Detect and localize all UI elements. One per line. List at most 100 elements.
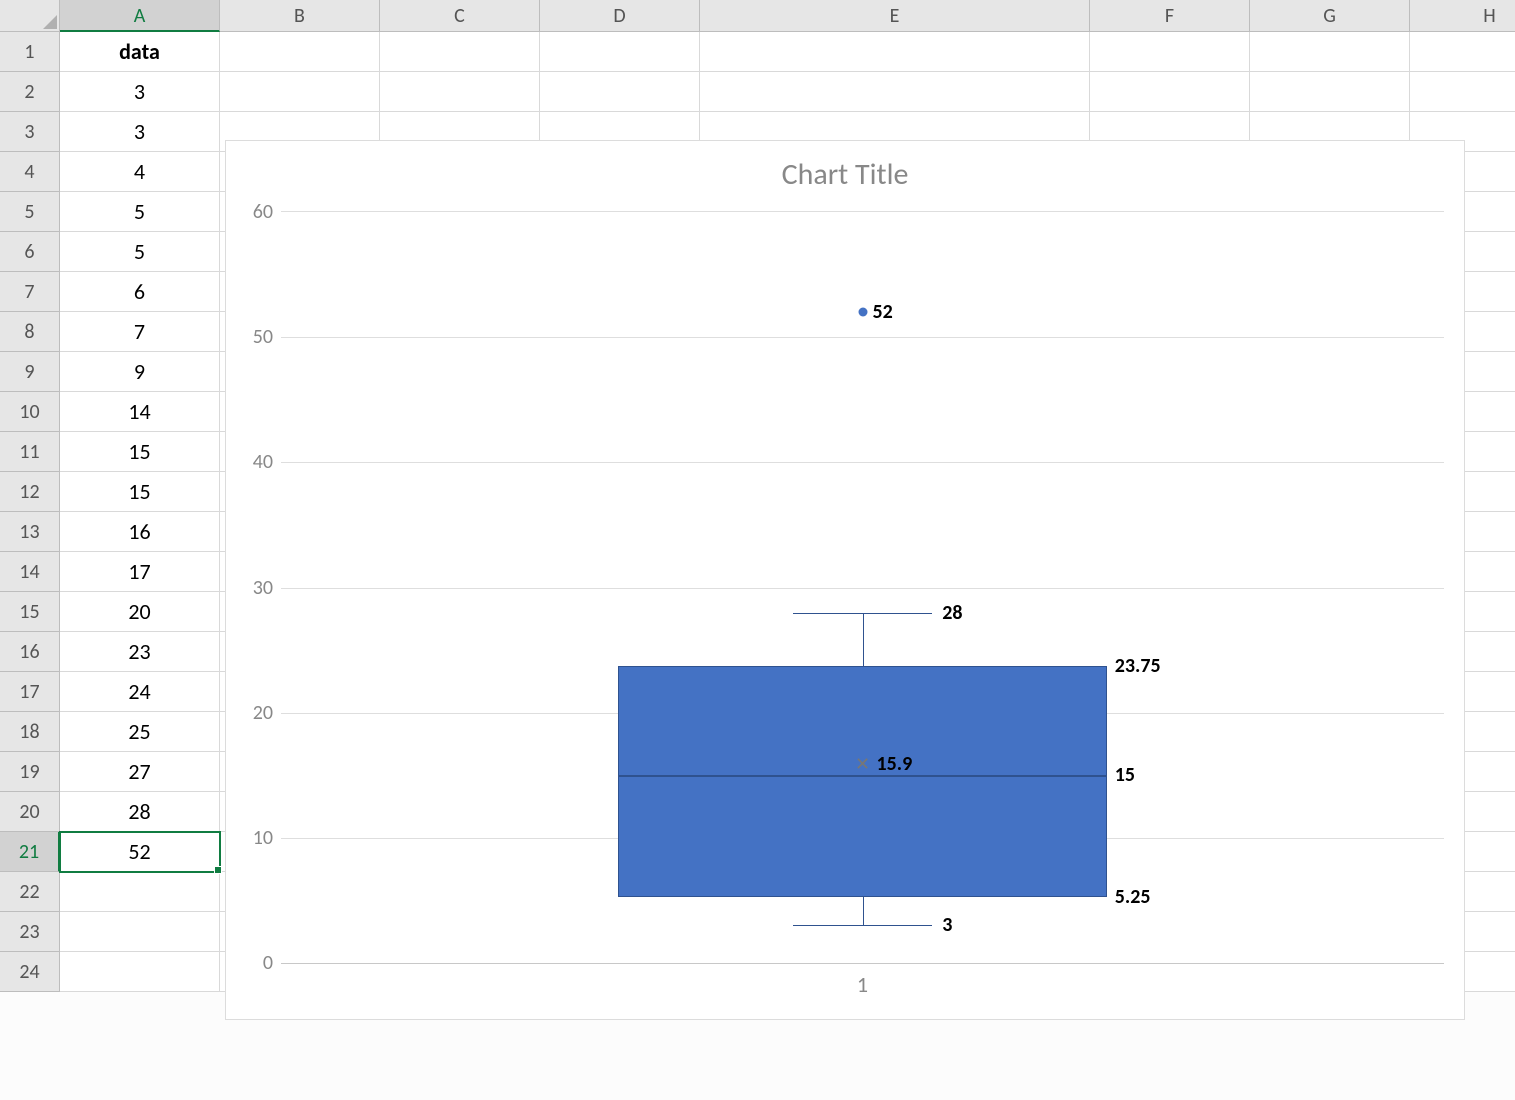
row-header-20[interactable]: 20 (0, 792, 60, 832)
cell-G1[interactable] (1250, 32, 1410, 72)
cell-A19[interactable]: 27 (60, 752, 220, 792)
row-header-4[interactable]: 4 (0, 152, 60, 192)
row-header-18[interactable]: 18 (0, 712, 60, 752)
cell-A18[interactable]: 25 (60, 712, 220, 752)
boxplot-box (618, 666, 1106, 898)
cell-F2[interactable] (1090, 72, 1250, 112)
boxplot-outlier (858, 308, 867, 317)
cell-A12[interactable]: 15 (60, 472, 220, 512)
row-header-11[interactable]: 11 (0, 432, 60, 472)
cell-A10[interactable]: 14 (60, 392, 220, 432)
chart-ytick: 10 (253, 826, 273, 850)
chart-ytick: 30 (253, 576, 273, 600)
row-header-1[interactable]: 1 (0, 32, 60, 72)
cell-C1[interactable] (380, 32, 540, 72)
cell-A17[interactable]: 24 (60, 672, 220, 712)
label-median: 15 (1115, 763, 1135, 787)
whisker-low-cap (793, 925, 933, 926)
cell-A1[interactable]: data (60, 32, 220, 72)
boxplot-mean-marker: ✕ (855, 753, 870, 775)
label-q3: 23.75 (1115, 654, 1161, 678)
cell-A24[interactable] (60, 952, 220, 992)
chart-gridline (281, 588, 1444, 589)
row-header-5[interactable]: 5 (0, 192, 60, 232)
row-header-21[interactable]: 21 (0, 832, 60, 872)
fill-handle[interactable] (214, 866, 222, 874)
chart-ytick: 20 (253, 701, 273, 725)
cell-B2[interactable] (220, 72, 380, 112)
cell-F1[interactable] (1090, 32, 1250, 72)
cell-A9[interactable]: 9 (60, 352, 220, 392)
column-header-A[interactable]: A (60, 0, 220, 32)
row-header-3[interactable]: 3 (0, 112, 60, 152)
chart-gridline (281, 337, 1444, 338)
chart-x-category: 1 (857, 971, 868, 998)
row-header-16[interactable]: 16 (0, 632, 60, 672)
cell-H2[interactable] (1410, 72, 1515, 112)
whisker-high-cap (793, 613, 933, 614)
cell-D1[interactable] (540, 32, 700, 72)
row-header-2[interactable]: 2 (0, 72, 60, 112)
label-outlier: 52 (873, 300, 893, 324)
cell-A15[interactable]: 20 (60, 592, 220, 632)
cell-C2[interactable] (380, 72, 540, 112)
cell-H1[interactable] (1410, 32, 1515, 72)
chart-plot-area[interactable]: 1 0102030405060✕522823.75155.25315.9 (281, 211, 1444, 964)
label-q1: 5.25 (1115, 885, 1151, 909)
cell-A7[interactable]: 6 (60, 272, 220, 312)
column-header-G[interactable]: G (1250, 0, 1410, 32)
label-whisker-high: 28 (942, 601, 962, 625)
cell-A5[interactable]: 5 (60, 192, 220, 232)
cell-A11[interactable]: 15 (60, 432, 220, 472)
row-header-24[interactable]: 24 (0, 952, 60, 992)
row-header-10[interactable]: 10 (0, 392, 60, 432)
row-header-23[interactable]: 23 (0, 912, 60, 952)
row-header-7[interactable]: 7 (0, 272, 60, 312)
cell-A2[interactable]: 3 (60, 72, 220, 112)
row-headers: 123456789101112131415161718192021222324 (0, 32, 60, 992)
row-header-8[interactable]: 8 (0, 312, 60, 352)
cell-A22[interactable] (60, 872, 220, 912)
chart-title[interactable]: Chart Title (226, 141, 1464, 193)
cell-D2[interactable] (540, 72, 700, 112)
row-header-9[interactable]: 9 (0, 352, 60, 392)
cell-A16[interactable]: 23 (60, 632, 220, 672)
whisker-lower-stem (863, 897, 864, 925)
row-header-17[interactable]: 17 (0, 672, 60, 712)
cell-E2[interactable] (700, 72, 1090, 112)
row-header-19[interactable]: 19 (0, 752, 60, 792)
cell-A20[interactable]: 28 (60, 792, 220, 832)
column-header-D[interactable]: D (540, 0, 700, 32)
cell-B1[interactable] (220, 32, 380, 72)
column-header-C[interactable]: C (380, 0, 540, 32)
chart-ytick: 0 (263, 951, 273, 975)
row-header-15[interactable]: 15 (0, 592, 60, 632)
chart-ytick: 50 (253, 325, 273, 349)
cell-A13[interactable]: 16 (60, 512, 220, 552)
row-header-12[interactable]: 12 (0, 472, 60, 512)
row-header-22[interactable]: 22 (0, 872, 60, 912)
chart-object[interactable]: Chart Title 1 0102030405060✕522823.75155… (225, 140, 1465, 1020)
cell-A23[interactable] (60, 912, 220, 952)
column-header-B[interactable]: B (220, 0, 380, 32)
cell-A14[interactable]: 17 (60, 552, 220, 592)
row-header-13[interactable]: 13 (0, 512, 60, 552)
cell-A4[interactable]: 4 (60, 152, 220, 192)
cell-A8[interactable]: 7 (60, 312, 220, 352)
column-headers: ABCDEFGH (60, 0, 1515, 32)
column-header-F[interactable]: F (1090, 0, 1250, 32)
cell-A3[interactable]: 3 (60, 112, 220, 152)
whisker-upper-stem (863, 613, 864, 666)
row-header-14[interactable]: 14 (0, 552, 60, 592)
cell-A6[interactable]: 5 (60, 232, 220, 272)
row-header-6[interactable]: 6 (0, 232, 60, 272)
cell-E1[interactable] (700, 32, 1090, 72)
select-all-corner[interactable] (0, 0, 60, 32)
spreadsheet-area: ABCDEFGH 1234567891011121314151617181920… (0, 0, 1515, 1100)
chart-ytick: 60 (253, 200, 273, 224)
column-header-H[interactable]: H (1410, 0, 1515, 32)
cell-G2[interactable] (1250, 72, 1410, 112)
cell-A21[interactable]: 52 (60, 832, 220, 872)
column-header-E[interactable]: E (700, 0, 1090, 32)
chart-gridline (281, 462, 1444, 463)
